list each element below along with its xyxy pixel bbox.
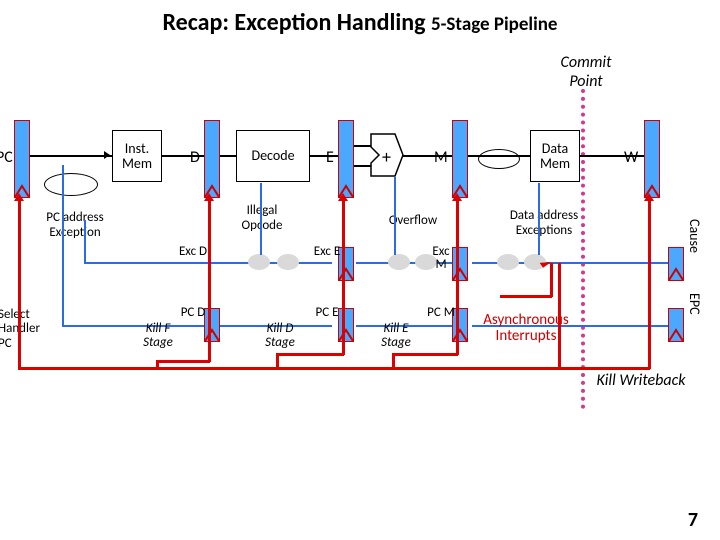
- wire: [30, 155, 112, 157]
- kill-line: [18, 197, 21, 369]
- exc-m-label: Exc M: [426, 245, 456, 271]
- kill-wb-line: [558, 367, 650, 370]
- data-addr-exc-label: Data address Exceptions: [494, 208, 594, 238]
- bubble-icon: [248, 254, 270, 270]
- page-number: 7: [688, 508, 698, 532]
- pipeline-diagram: Commit Point PC D E M W Inst. Mem Decode…: [0, 55, 720, 475]
- async-arrow: [500, 295, 552, 298]
- exc-wire: [120, 262, 332, 264]
- plus-label: +: [382, 146, 391, 168]
- data-mem-text: Data Mem: [531, 141, 579, 172]
- kill-line: [18, 367, 560, 370]
- reg-e: [338, 120, 354, 198]
- kill-branch: [156, 360, 210, 363]
- kill-branch: [276, 353, 344, 356]
- slide-title: Recap: Exception Handling 5-Stage Pipeli…: [0, 0, 720, 39]
- wire: [402, 155, 452, 157]
- reg-m: [452, 120, 468, 198]
- reg-epc: [668, 308, 684, 342]
- mux-pc: [44, 173, 98, 196]
- mux-m: [478, 149, 520, 169]
- bubble-icon: [277, 254, 299, 270]
- wire: [354, 165, 371, 167]
- commit-point-line: [581, 89, 585, 409]
- illegal-opcode-label: Illegal Opcode: [232, 203, 292, 233]
- wire: [162, 155, 204, 157]
- epc-label: EPC: [686, 293, 703, 315]
- w-label: W: [624, 148, 638, 167]
- reg-d: [204, 120, 220, 198]
- exc-src-wire: [84, 220, 86, 262]
- exc-src-wire: [260, 183, 262, 255]
- commit-point-label: Commit Point: [546, 53, 626, 91]
- bubble-icon: [388, 254, 410, 270]
- kill-branch: [456, 197, 459, 355]
- kill-wb-label: Kill Writeback: [596, 373, 686, 390]
- exc-src-wire: [394, 177, 396, 255]
- kill-d-label: Kill D Stage: [256, 322, 304, 351]
- d-label: D: [190, 148, 200, 167]
- wire: [310, 155, 338, 157]
- wire: [220, 155, 236, 157]
- pc-m-label: PC M: [426, 306, 456, 319]
- arrowhead: [338, 193, 348, 201]
- kill-line: [558, 263, 561, 369]
- reg-w: [644, 120, 660, 198]
- decode-box: Decode: [236, 130, 310, 182]
- pc-d-label: PC D: [178, 306, 208, 319]
- arrowhead: [452, 193, 462, 201]
- title-sub: 5-Stage Pipeline: [431, 13, 558, 36]
- inst-mem-text: Inst. Mem: [113, 141, 161, 172]
- wire: [354, 145, 371, 147]
- reg-pc: [14, 120, 30, 198]
- pc-e-label: PC E: [312, 306, 342, 319]
- reg-cause: [668, 247, 684, 281]
- exc-src-wire: [84, 262, 120, 264]
- data-mem-box: Data Mem: [530, 130, 580, 182]
- kill-e-label: Kill E Stage: [372, 322, 420, 351]
- pc-label: PC: [0, 148, 13, 167]
- select-handler-label: Select Handler PC: [0, 308, 54, 351]
- overflow-label: Overflow: [378, 213, 448, 228]
- arrowhead: [204, 193, 214, 201]
- arrowhead: [14, 193, 24, 201]
- pc-wire: [62, 165, 64, 327]
- e-label: E: [326, 148, 334, 167]
- wire: [580, 155, 644, 157]
- cause-label: Cause: [686, 219, 703, 253]
- kill-wb-line: [648, 197, 651, 369]
- title-main: Recap: Exception Handling: [162, 8, 425, 37]
- kill-branch: [342, 197, 345, 355]
- async-arrow: [550, 263, 553, 297]
- arrowhead: [644, 193, 654, 201]
- inst-mem-box: Inst. Mem: [112, 130, 162, 182]
- bubble-icon: [497, 254, 519, 270]
- exc-d-label: Exc D: [178, 245, 208, 258]
- kill-branch: [208, 197, 211, 362]
- pc-addr-exc-label: PC address Exception: [32, 210, 118, 240]
- arrowhead: [104, 151, 110, 159]
- exc-src-wire: [538, 183, 540, 255]
- decode-text: Decode: [251, 148, 294, 163]
- kill-f-label: Kill F Stage: [134, 322, 182, 351]
- async-int-label: Asynchronous Interrupts: [472, 313, 580, 345]
- exc-e-label: Exc E: [312, 245, 342, 258]
- m-label: M: [434, 148, 448, 167]
- kill-branch: [392, 353, 458, 356]
